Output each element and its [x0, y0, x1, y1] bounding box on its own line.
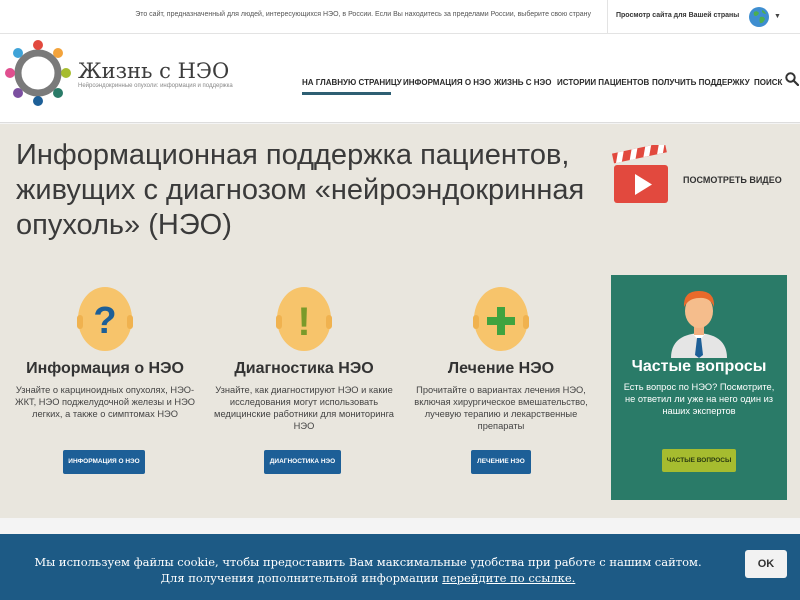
nav-neo-info[interactable]: ИНФОРМАЦИЯ О НЭО	[403, 78, 491, 87]
cookie-message: Мы используем файлы cookie, чтобы предос…	[0, 554, 736, 586]
info-card: ? Информация о НЭО Узнайте о карциноидны…	[5, 285, 205, 474]
card-description: Прочитайте о вариантах лечения НЭО, вклю…	[414, 385, 588, 431]
faq-description: Есть вопрос по НЭО? Посмотрите, не ответ…	[623, 382, 775, 416]
logo-title[interactable]: Жизнь с НЭО	[78, 59, 229, 83]
cookie-ok-button[interactable]: OK	[745, 550, 787, 578]
nav-living-with-neo[interactable]: ЖИЗНЬ С НЭО	[494, 78, 551, 87]
country-notice: Это сайт, предназначенный для людей, инт…	[135, 11, 591, 18]
nav-get-support[interactable]: ПОЛУЧИТЬ ПОДДЕРЖКУ	[652, 78, 750, 87]
cookie-line-1: Мы используем файлы cookie, чтобы предос…	[34, 555, 702, 569]
card-title: Информация о НЭО	[26, 360, 184, 377]
card-title: Лечение НЭО	[447, 360, 555, 377]
faq-title: Частые вопросы	[631, 358, 767, 375]
nav-active-indicator	[302, 92, 391, 95]
country-bar: Это сайт, предназначенный для людей, инт…	[0, 0, 800, 34]
neo-diagnostics-button[interactable]: ДИАГНОСТИКА НЭО	[264, 450, 341, 474]
video-clapper-icon[interactable]	[612, 145, 672, 205]
country-selector-label[interactable]: Просмотр сайта для Вашей страны	[616, 12, 739, 19]
site-header: Жизнь с НЭО Нейроэндокринные опухоли: ин…	[0, 34, 800, 123]
neo-info-button[interactable]: ИНФОРМАЦИЯ О НЭО	[63, 450, 145, 474]
hero-section: Информационная поддержка пациентов, живу…	[0, 124, 800, 518]
card-title: Диагностика НЭО	[234, 360, 374, 377]
diagnostics-card: ! Диагностика НЭО Узнайте, как диагности…	[204, 285, 404, 474]
logo-icon[interactable]	[4, 39, 72, 107]
cookie-banner: Мы используем файлы cookie, чтобы предос…	[0, 534, 800, 600]
watch-video-link[interactable]: ПОСМОТРЕТЬ ВИДЕО	[683, 175, 782, 185]
svg-text:!: !	[297, 300, 310, 344]
card-description: Узнайте о карциноидных опухолях, НЭО-ЖКТ…	[14, 385, 195, 419]
faq-panel: Частые вопросы Есть вопрос по НЭО? Посмо…	[611, 275, 787, 500]
chevron-down-icon[interactable]: ▼	[774, 13, 781, 20]
cookie-line-2-text: Для получения дополнительной информации	[160, 571, 443, 585]
page-title: Информационная поддержка пациентов, живу…	[16, 139, 585, 241]
plus-head-icon	[473, 287, 529, 351]
search-icon[interactable]	[785, 72, 799, 86]
nav-search[interactable]: ПОИСК	[754, 78, 782, 87]
neo-treatment-button[interactable]: ЛЕЧЕНИЕ НЭО	[471, 450, 531, 474]
globe-icon[interactable]	[748, 6, 770, 28]
cookie-line-2: Для получения дополнительной информации …	[0, 570, 736, 586]
nav-patient-stories[interactable]: ИСТОРИИ ПАЦИЕНТОВ	[557, 78, 649, 87]
faq-button[interactable]: ЧАСТЫЕ ВОПРОСЫ	[662, 449, 736, 472]
page-separator	[0, 518, 800, 534]
expert-avatar-icon	[671, 291, 727, 358]
treatment-card: Лечение НЭО Прочитайте о вариантах лечен…	[401, 285, 601, 474]
card-description: Узнайте, как диагностируют НЭО и какие и…	[214, 385, 394, 431]
question-head-icon: ?	[77, 287, 133, 351]
logo-subtitle: Нейроэндокринные опухоли: информация и п…	[78, 83, 233, 89]
cookie-more-info-link[interactable]: перейдите по ссылке.	[442, 571, 575, 585]
exclamation-head-icon: !	[276, 287, 332, 351]
svg-text:?: ?	[93, 300, 116, 342]
nav-home[interactable]: НА ГЛАВНУЮ СТРАНИЦУ	[302, 78, 402, 87]
divider	[607, 0, 608, 34]
